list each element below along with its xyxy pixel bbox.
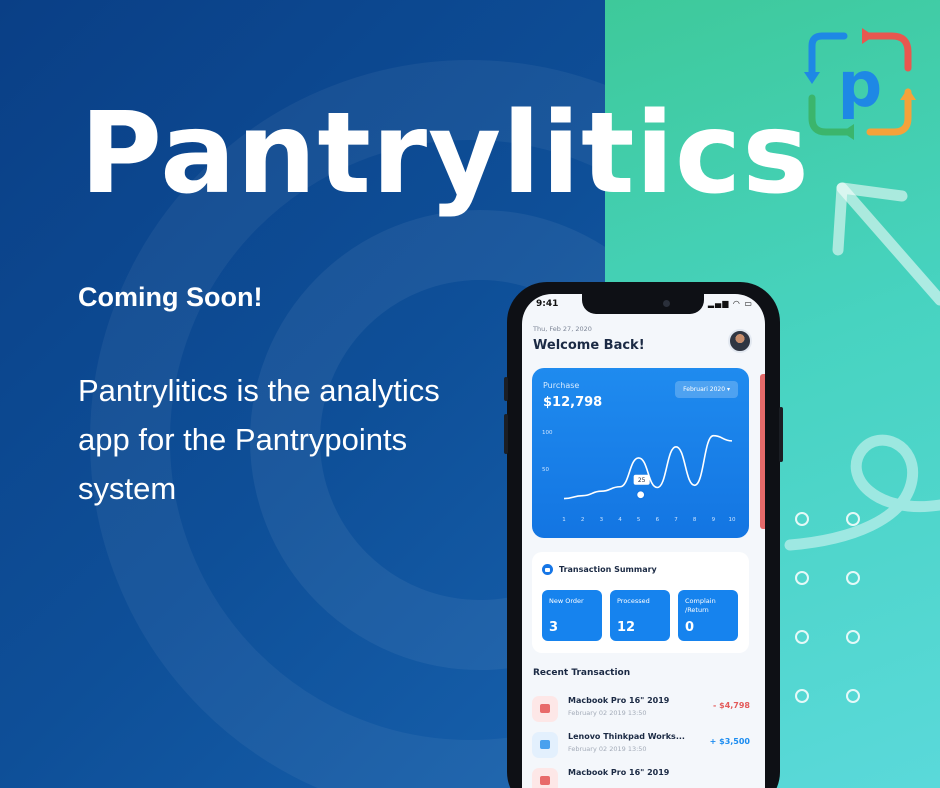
y-tick-label: 100 <box>542 430 553 436</box>
x-tick-label: 10 <box>729 517 736 523</box>
tx-date: February 02 2019 13:50 <box>568 709 647 717</box>
list-item[interactable]: Macbook Pro 16" 2019 February 02 2019 13… <box>532 692 752 728</box>
laptop-icon <box>532 696 558 722</box>
signal-wifi-battery-icon: ▂▄▆ ◠ ▭ <box>707 299 753 308</box>
tile-label: Complain /Return <box>685 597 716 614</box>
summary-title: Transaction Summary <box>559 565 657 574</box>
wallet-icon <box>542 564 553 575</box>
camera-icon <box>663 300 670 307</box>
summary-tile-new-order[interactable]: New Order 3 <box>542 590 602 641</box>
laptop-icon <box>532 732 558 758</box>
tile-value: 0 <box>685 620 695 635</box>
status-time: 9:41 <box>536 299 559 309</box>
welcome-heading: Welcome Back! <box>533 338 645 353</box>
arrow-doodle-icon <box>832 182 940 306</box>
x-tick-label: 7 <box>674 517 678 523</box>
phone-screen: 9:41 ▂▄▆ ◠ ▭ Thu, Feb 27, 2020 Welcome B… <box>522 294 765 788</box>
tx-amount: + $3,500 <box>709 737 750 746</box>
description-text: Pantrylitics is the analytics app for th… <box>78 373 440 506</box>
purchase-card: Purchase $12,798 Februari 2020 ▾ 100 50 1 2… <box>532 368 749 538</box>
tile-value: 3 <box>549 620 559 635</box>
tx-amount: - $4,798 <box>713 701 750 710</box>
loop-doodle-icon <box>784 434 940 551</box>
x-tick-label: 2 <box>581 517 585 523</box>
tile-label: Processed <box>617 597 650 605</box>
recycle-arrows-icon: p <box>804 28 916 140</box>
tile-value: 12 <box>617 620 636 635</box>
coming-soon-label: Coming Soon! <box>78 282 263 312</box>
x-tick-label: 5 <box>637 517 641 523</box>
tx-date: February 02 2019 13:50 <box>568 745 647 753</box>
laptop-icon <box>532 768 558 788</box>
purchase-chart: 100 50 1 2 3 4 5 6 7 8 9 10 25 <box>542 430 736 523</box>
x-tick-label: 4 <box>618 517 622 523</box>
logo-letter: p <box>838 48 882 121</box>
tx-name: Macbook Pro 16" 2019 <box>568 696 670 705</box>
highlight-label: 25 <box>638 477 646 484</box>
highlight-point <box>636 490 646 500</box>
page-title: Pantrylitics <box>80 89 810 219</box>
list-item[interactable]: Macbook Pro 16" 2019 <box>532 764 752 788</box>
phone-notch <box>582 294 704 314</box>
x-tick-label: 1 <box>562 517 566 523</box>
tx-name: Lenovo Thinkpad Works... <box>568 732 685 741</box>
y-tick-label: 50 <box>542 467 549 473</box>
transaction-summary: Transaction Summary New Order 3 Processe… <box>532 552 749 653</box>
x-tick-label: 6 <box>656 517 660 523</box>
x-tick-label: 3 <box>600 517 604 523</box>
phone-side-button <box>504 377 508 401</box>
series-line <box>563 434 733 500</box>
x-tick-label: 8 <box>693 517 697 523</box>
summary-tile-complain-return[interactable]: Complain /Return 0 <box>678 590 738 641</box>
phone-side-button <box>779 407 783 462</box>
tile-label: New Order <box>549 597 584 605</box>
next-card-peek <box>760 374 765 529</box>
phone-side-button <box>504 414 508 454</box>
recent-title: Recent Transaction <box>533 668 631 678</box>
phone-mockup: 9:41 ▂▄▆ ◠ ▭ Thu, Feb 27, 2020 Welcome B… <box>504 282 783 788</box>
list-item[interactable]: Lenovo Thinkpad Works... February 02 201… <box>532 728 752 764</box>
tx-name: Macbook Pro 16" 2019 <box>568 768 670 777</box>
date-label: Thu, Feb 27, 2020 <box>533 325 592 333</box>
summary-tile-processed[interactable]: Processed 12 <box>610 590 670 641</box>
avatar[interactable] <box>728 329 752 353</box>
x-tick-label: 9 <box>712 517 716 523</box>
